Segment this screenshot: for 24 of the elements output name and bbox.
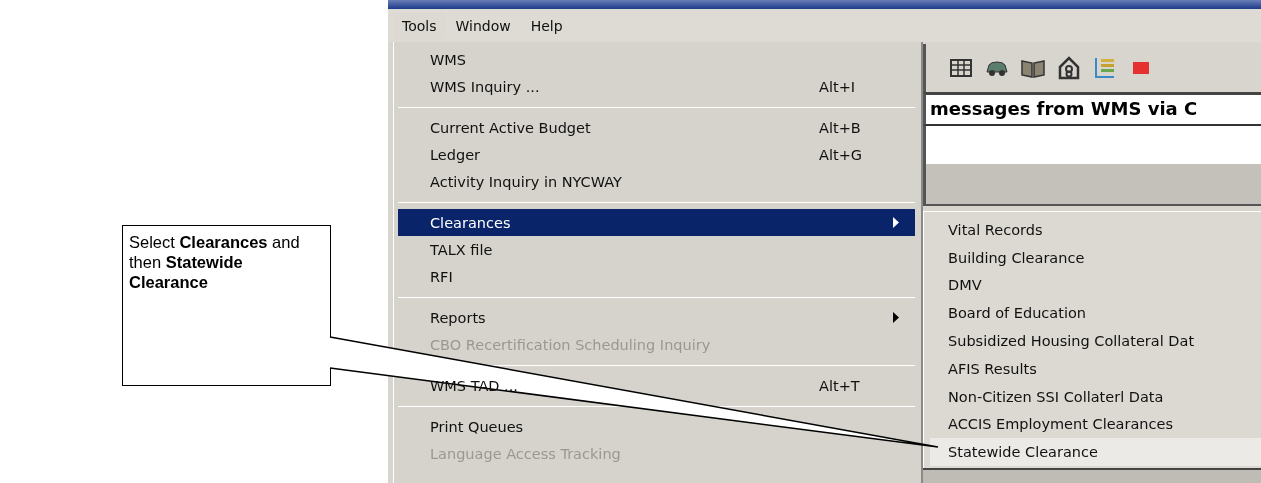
- submenu-item[interactable]: Subsidized Housing Collateral Dat: [930, 327, 1261, 355]
- submenu-item[interactable]: Non-Citizen SSI Collaterl Data: [930, 382, 1261, 411]
- message-text: messages from WMS via C: [923, 92, 1261, 126]
- menu-title[interactable]: Window: [446, 11, 520, 40]
- house-icon[interactable]: [1056, 55, 1082, 81]
- menu-item[interactable]: Ledger Alt+G: [398, 141, 915, 168]
- menu-item[interactable]: WMS: [398, 46, 915, 73]
- submenu-item[interactable]: DMV: [930, 271, 1261, 300]
- menu-item[interactable]: RFI: [398, 263, 915, 290]
- submenu-item[interactable]: Building Clearance: [930, 243, 1261, 272]
- submenu-item[interactable]: Statewide Clearance: [930, 438, 1261, 467]
- callout-text: Select Clearances and then Statewide Clearance: [122, 225, 331, 386]
- menu-item[interactable]: Print Queues: [398, 413, 915, 440]
- submenu-item[interactable]: AFIS Results: [930, 355, 1261, 383]
- menu-item[interactable]: Clearances: [398, 209, 915, 236]
- menu-item[interactable]: Activity Inquiry in NYCWAY: [398, 168, 915, 195]
- submenu-item[interactable]: Board of Education: [930, 299, 1261, 328]
- submenu-item[interactable]: Vital Records: [930, 216, 1261, 244]
- menu-title[interactable]: Help: [521, 11, 572, 40]
- menu-item[interactable]: Reports: [398, 304, 915, 331]
- menu-item[interactable]: WMS Inquiry ... Alt+I: [398, 73, 915, 100]
- menu-item[interactable]: TALX file: [398, 236, 915, 263]
- menu-item[interactable]: Current Active Budget Alt+B: [398, 114, 915, 141]
- submenu-item[interactable]: ACCIS Employment Clearances: [930, 410, 1261, 439]
